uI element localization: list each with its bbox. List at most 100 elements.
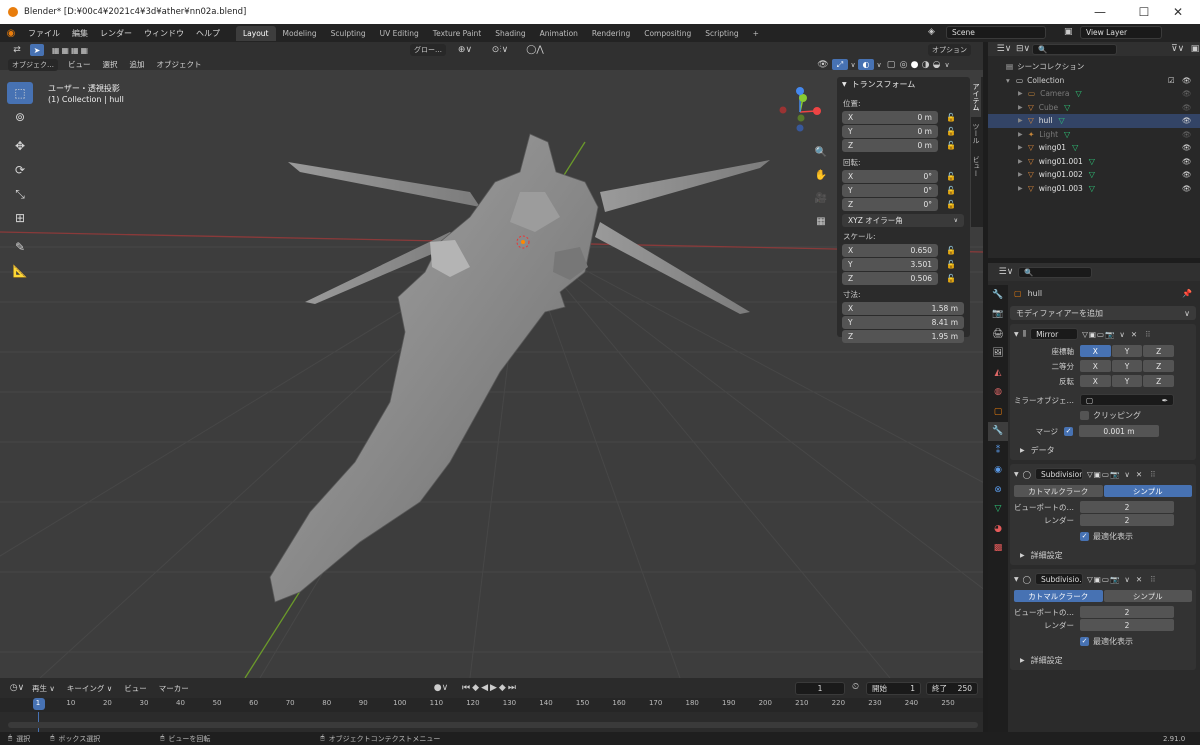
flip-x-button[interactable]: X — [1080, 375, 1111, 387]
lock-icon[interactable]: 🔓 — [946, 141, 956, 150]
playback-menu[interactable]: 再生 ∨ — [26, 683, 61, 694]
expand-arrow-icon[interactable]: ▶ — [1020, 657, 1025, 664]
blender-menu-icon[interactable]: ◉ — [0, 28, 22, 39]
gizmo-toggle-icon[interactable]: ⤢ — [832, 59, 848, 70]
timeline-track-area[interactable] — [0, 712, 983, 732]
catmull-clark-button[interactable]: カトマルクラーク — [1014, 485, 1103, 497]
bisect-x-button[interactable]: X — [1080, 360, 1111, 372]
clock-icon[interactable]: ⏲ — [852, 682, 859, 692]
merge-checkbox[interactable]: ✓ — [1064, 426, 1073, 436]
tab-compositing[interactable]: Compositing — [637, 26, 698, 41]
ortho-grid-icon[interactable]: ▦ — [812, 211, 830, 231]
new-collection-icon[interactable]: ▣ — [1190, 44, 1200, 54]
scale-x-field[interactable]: X 0.650 — [842, 244, 938, 257]
optimal-display-checkbox[interactable]: ✓ — [1080, 637, 1089, 646]
expand-arrow-icon[interactable]: ▶ — [1018, 90, 1028, 97]
mesh-data-icon[interactable]: ▽ — [1058, 116, 1064, 125]
remove-modifier-icon[interactable]: ✕ — [1136, 575, 1142, 584]
merge-distance-field[interactable]: 0.001 m — [1079, 425, 1159, 437]
mirror-object-field[interactable]: ▢ ✒ — [1080, 394, 1174, 406]
menu-select[interactable]: 選択 — [97, 59, 124, 70]
record-keyframe-icon[interactable]: ●∨ — [432, 683, 450, 693]
outliner-item[interactable]: ▶ ▽ wing01.002 ▽ 👁 — [988, 168, 1200, 182]
outliner-item[interactable]: ▶ ▽ Cube ▽ 👁 — [988, 101, 1200, 115]
pivot-point-icon[interactable]: ⊕∨ — [450, 45, 480, 55]
mesh-data-icon[interactable]: ▽ — [1089, 170, 1095, 179]
view-layer-tab-icon[interactable]: 🖼 — [988, 344, 1008, 364]
rendered-shading-icon[interactable]: ◒ — [931, 60, 942, 70]
modifier-menu-icon[interactable]: ∨ — [1124, 470, 1130, 479]
rotation-x-field[interactable]: X 0° — [842, 170, 938, 183]
location-y-field[interactable]: Y0 m — [842, 125, 938, 138]
bisect-y-button[interactable]: Y — [1111, 360, 1143, 372]
lock-icon[interactable]: 🔓 — [946, 172, 956, 181]
outliner-item[interactable]: ▶ ▽ hull ▽ 👁 — [988, 114, 1200, 128]
expand-arrow-icon[interactable]: ▶ — [1018, 171, 1028, 178]
playback-controls-icons[interactable]: ⏮◆◀▶◆⏭ — [450, 683, 530, 693]
orientation-dropdown[interactable]: グロー… — [410, 44, 446, 56]
tab-view[interactable]: ビュー — [971, 150, 981, 183]
collapse-arrow-icon[interactable]: ▼ — [1014, 471, 1019, 478]
viewport-levels-field[interactable]: 2 — [1080, 606, 1174, 618]
modifier-tab-icon[interactable]: 🔧 — [988, 421, 1008, 441]
close-window-button[interactable]: ✕ — [1156, 0, 1200, 24]
data-tab-icon[interactable]: ▽ — [988, 500, 1008, 520]
overlay-dropdown-icon[interactable]: ∨ — [874, 61, 884, 69]
outliner-editor-type-icon[interactable]: ☰∨ — [994, 44, 1014, 54]
eye-icon[interactable]: 👁 — [1182, 103, 1192, 112]
end-frame-field[interactable]: 終了 250 — [926, 682, 978, 695]
lock-icon[interactable]: 🔓 — [946, 260, 956, 269]
checkbox-icon[interactable]: ☑ — [1168, 76, 1175, 85]
flip-y-button[interactable]: Y — [1111, 375, 1143, 387]
rotate-tool-icon[interactable]: ⟳ — [7, 159, 33, 181]
current-frame-field[interactable]: 1 — [795, 682, 845, 695]
scale-y-field[interactable]: Y 3.501 — [842, 258, 938, 271]
modifier-toggles-icons[interactable]: ▽▣▭📷 — [1082, 330, 1115, 339]
options-dropdown[interactable]: オプション — [928, 44, 971, 56]
expand-arrow-icon[interactable]: ▶ — [1020, 447, 1025, 454]
eye-icon[interactable]: 👁 — [1182, 157, 1192, 166]
tab-scripting[interactable]: Scripting — [698, 26, 745, 41]
menu-object[interactable]: オブジェクト — [151, 59, 208, 70]
collapse-arrow-icon[interactable]: ▼ — [1014, 576, 1019, 583]
snap-icon[interactable]: ⊙⫶∨ — [480, 45, 520, 55]
menu-window[interactable]: ウィンドウ — [138, 28, 190, 39]
tab-item[interactable]: アイテム — [971, 77, 981, 117]
dimension-z-field[interactable]: Z 1.95 m — [842, 330, 964, 343]
eye-icon[interactable]: 👁 — [1182, 76, 1192, 85]
measure-tool-icon[interactable]: 📐 — [7, 260, 33, 282]
tab-layout[interactable]: Layout — [236, 25, 276, 41]
remove-modifier-icon[interactable]: ✕ — [1136, 470, 1142, 479]
scale-z-field[interactable]: Z 0.506 — [842, 272, 938, 285]
proportional-edit-icon[interactable]: ◯⋀ — [520, 45, 550, 55]
expand-arrow-icon[interactable]: ▾ — [1006, 76, 1016, 85]
properties-editor-type-icon[interactable]: ☰∨ — [994, 267, 1018, 277]
scene-icon[interactable]: ◈ — [928, 27, 935, 37]
expand-arrow-icon[interactable]: ▶ — [1018, 131, 1028, 138]
3d-viewport[interactable]: ⇄ ➤ ▦▦▦▦ グロー… ⊕∨ ⊙⫶∨ ◯⋀ オプション オブジェク… ビュー… — [0, 42, 983, 678]
filter-icon[interactable]: ⊽∨ — [1165, 44, 1190, 54]
flip-z-button[interactable]: Z — [1143, 375, 1175, 387]
expand-arrow-icon[interactable]: ▶ — [1018, 158, 1028, 165]
cursor-tool-icon[interactable]: ⊚ — [7, 106, 33, 128]
subdivision-name-field[interactable]: Subdivisio… — [1035, 573, 1084, 585]
lock-icon[interactable]: 🔓 — [946, 113, 956, 122]
mesh-data-icon[interactable]: ▽ — [1064, 130, 1070, 139]
tab-uv-editing[interactable]: UV Editing — [373, 26, 426, 41]
mode-dropdown[interactable]: オブジェク… — [8, 58, 58, 71]
transform-pivot-icon[interactable]: ⇄ — [8, 45, 26, 55]
eye-icon[interactable]: 👁 — [1182, 89, 1192, 98]
lock-icon[interactable]: 🔓 — [946, 200, 956, 209]
dimension-x-field[interactable]: X 1.58 m — [842, 302, 964, 315]
add-workspace-button[interactable]: + — [746, 26, 766, 41]
mirror-name-field[interactable]: Mirror — [1030, 328, 1079, 340]
eye-icon[interactable]: 👁 — [1182, 116, 1192, 125]
mesh-data-icon[interactable]: ▽ — [1076, 89, 1082, 98]
collapse-arrow-icon[interactable]: ▼ — [1014, 331, 1019, 338]
scale-tool-icon[interactable]: ⤡ — [7, 183, 33, 205]
navigation-gizmo[interactable] — [770, 82, 830, 142]
mesh-data-icon[interactable]: ▽ — [1072, 143, 1078, 152]
optimal-display-checkbox[interactable]: ✓ — [1080, 532, 1089, 541]
modifier-menu-icon[interactable]: ∨ — [1119, 330, 1125, 339]
render-tab-icon[interactable]: 📷 — [988, 305, 1008, 325]
